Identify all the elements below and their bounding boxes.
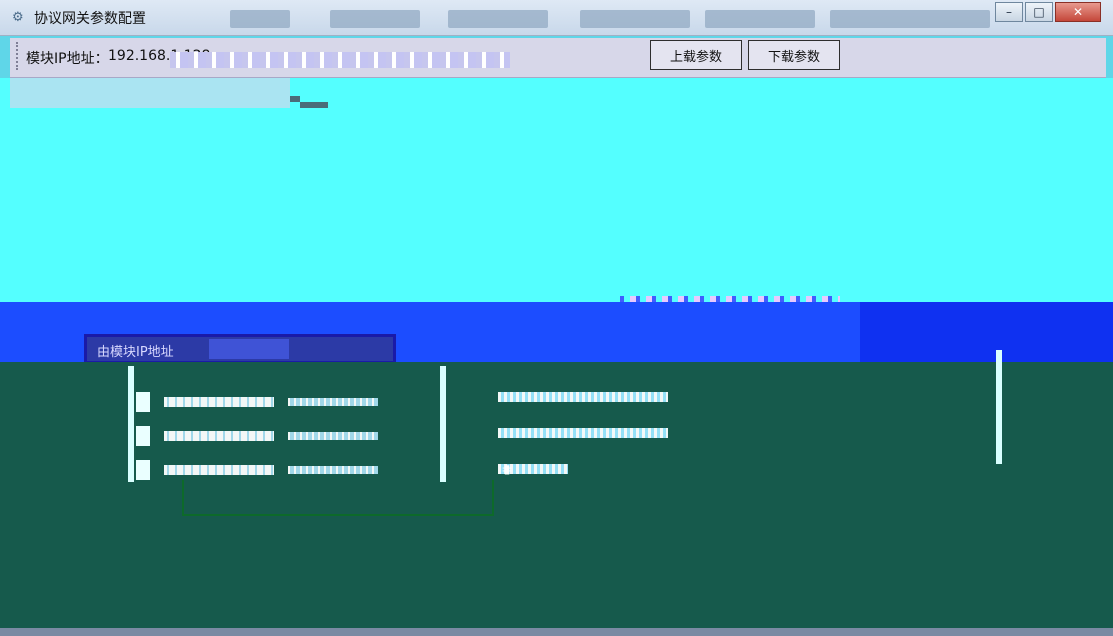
taskbar-ghost-6 [830,10,990,28]
app-window: ⚙ 协议网关参数配置 – □ ✕ 模块IP地址： 192.168.1.128 上… [0,0,1113,636]
right-row-2 [498,422,688,444]
window-title: 协议网关参数配置 [34,11,146,27]
settings-row-3 [136,458,436,482]
taskbar-ghost-1 [230,10,290,28]
minimize-icon: – [1006,5,1012,19]
title-bar: ⚙ 协议网关参数配置 – □ ✕ [0,0,1113,36]
row-value-2 [288,432,378,440]
ip-label: 模块IP地址： [26,51,109,67]
bottom-strip [0,628,1113,636]
toolbar-strip [170,52,510,68]
taskbar-ghost-4 [580,10,690,28]
maximize-icon: □ [1033,5,1045,19]
settings-row-1 [136,390,436,414]
close-button[interactable]: ✕ [1055,2,1101,22]
taskbar-ghost-3 [448,10,548,28]
ip-panel: 由模块IP地址 [84,334,396,364]
right-row-3: ▮ ＝ [498,458,688,480]
right-row-blob-1 [498,392,668,402]
panel-fill [209,339,289,359]
row-marker-3 [136,460,150,480]
center-vertical-bar [440,366,446,482]
blue-right-block [860,302,1113,362]
equals-icon: ＝ [500,462,513,477]
main-cyan-area [0,78,1113,313]
green-frame [182,480,494,516]
row-label-3 [164,465,274,475]
small-mark-2 [300,102,328,108]
left-vertical-bar [128,366,134,482]
taskbar-ghost-5 [705,10,815,28]
right-row-blob-2 [498,428,668,438]
row-marker-1 [136,392,150,412]
row-label-2 [164,431,274,441]
small-mark-1 [290,96,300,102]
right-vertical-bar [996,350,1002,464]
taskbar-ghost-2 [330,10,420,28]
app-icon: ⚙ [12,10,24,25]
grip-icon [16,42,20,70]
minimize-button[interactable]: – [995,2,1023,22]
toolbar: 模块IP地址： 192.168.1.128 上载参数 下载参数 [10,38,1106,78]
panel-label: 由模块IP地址 [97,345,174,360]
row-label-1 [164,397,274,407]
window-controls: – □ ✕ [995,2,1101,22]
upload-parameters-button[interactable]: 上载参数 [650,40,742,70]
maximize-button[interactable]: □ [1025,2,1053,22]
row-value-1 [288,398,378,406]
close-icon: ✕ [1072,5,1084,19]
row-value-3 [288,466,378,474]
right-row-1 [498,386,688,408]
settings-row-2 [136,424,436,448]
cyan-shade [10,78,290,108]
download-parameters-button[interactable]: 下载参数 [748,40,840,70]
row-marker-2 [136,426,150,446]
